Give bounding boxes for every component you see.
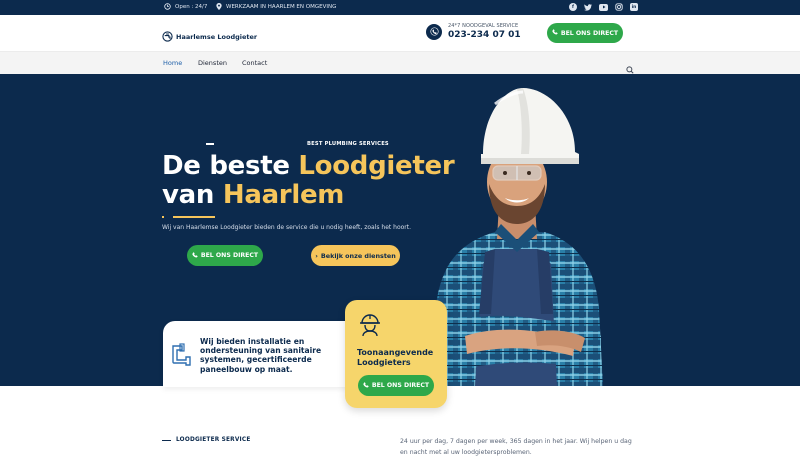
site-header: Haarlemse Loodgieter 24*7 NOODGEVAL SERV… [0, 15, 800, 51]
header-call-label: BEL ONS DIRECT [560, 29, 619, 37]
instagram-icon[interactable] [615, 3, 623, 11]
hero-underline [173, 216, 215, 218]
logo-text: Haarlemse Loodgieter [176, 32, 258, 41]
phone-icon [552, 29, 558, 37]
hero-call-label: BEL ONS DIRECT [200, 252, 259, 259]
hero-title-highlight: Haarlem [222, 180, 345, 210]
emergency-contact: 24*7 NOODGEVAL SERVICE 023-234 07 01 [426, 23, 521, 40]
card-call-label: BEL ONS DIRECT [371, 382, 430, 389]
faucet-logo-icon [162, 27, 173, 46]
hero-title-part: van [162, 180, 223, 210]
services-button[interactable]: › Bekijk onze diensten [311, 245, 400, 266]
header-call-button[interactable]: BEL ONS DIRECT [547, 23, 623, 43]
social-links: f in [569, 3, 638, 11]
main-nav: Home Diensten Contact [0, 51, 800, 74]
phone-icon [363, 381, 369, 390]
linkedin-icon[interactable]: in [630, 3, 638, 11]
map-pin-icon [215, 3, 222, 10]
pipe-icon [171, 343, 193, 371]
hero-eyebrow: BEST PLUMBING SERVICES [307, 141, 389, 147]
hero-call-button[interactable]: BEL ONS DIRECT [187, 245, 263, 266]
emergency-label: 24*7 NOODGEVAL SERVICE [448, 23, 519, 29]
youtube-icon[interactable] [599, 3, 608, 11]
nav-home[interactable]: Home [163, 59, 182, 67]
phone-icon [192, 251, 198, 260]
hero-title: De beste Loodgieter van Haarlem [162, 151, 455, 210]
hero-subtitle: Wij van Haarlemse Loodgieter bieden de s… [162, 224, 412, 231]
section-intro-text: 24 uur per dag, 7 dagen per week, 365 da… [400, 438, 632, 456]
top-bar: Open : 24/7 WERKZAAM IN HAARLEM EN OMGEV… [0, 0, 800, 15]
card-call-button[interactable]: BEL ONS DIRECT [358, 375, 434, 396]
clock-icon [164, 3, 171, 10]
twitter-icon[interactable] [584, 3, 592, 11]
opening-hours-text: Open : 24/7 [175, 3, 208, 10]
opening-hours: Open : 24/7 [164, 3, 207, 10]
worker-helmet-icon [357, 311, 383, 341]
chevron-right-icon: › [315, 251, 318, 260]
service-area: WERKZAAM IN HAARLEM EN OMGEVING [215, 3, 336, 10]
nav-contact[interactable]: Contact [242, 59, 267, 67]
plumber-photo [431, 88, 603, 386]
emergency-phone[interactable]: 023-234 07 01 [448, 30, 521, 40]
installation-card: Wij bieden installatie en ondersteuning … [163, 321, 348, 387]
services-button-label: Bekijk onze diensten [320, 251, 396, 260]
section-label-line [162, 440, 171, 442]
facebook-icon[interactable]: f [569, 3, 577, 11]
hero-title-part: De beste [162, 151, 299, 181]
emergency-texts: 24*7 NOODGEVAL SERVICE 023-234 07 01 [448, 23, 521, 40]
hero-dot [162, 216, 164, 218]
leading-plumbers-card: Toonaangevende Loodgieters BEL ONS DIREC… [345, 300, 447, 408]
site-logo[interactable]: Haarlemse Loodgieter [162, 27, 257, 46]
phone-circle-icon [426, 23, 442, 40]
section-label: LOODGIETER SERVICE [176, 437, 251, 443]
leading-plumbers-title: Toonaangevende Loodgieters [357, 348, 434, 367]
eyebrow-line [206, 143, 214, 145]
service-area-text: WERKZAAM IN HAARLEM EN OMGEVING [226, 3, 337, 10]
installation-card-text: Wij bieden installatie en ondersteuning … [200, 337, 322, 374]
nav-diensten[interactable]: Diensten [198, 59, 227, 67]
